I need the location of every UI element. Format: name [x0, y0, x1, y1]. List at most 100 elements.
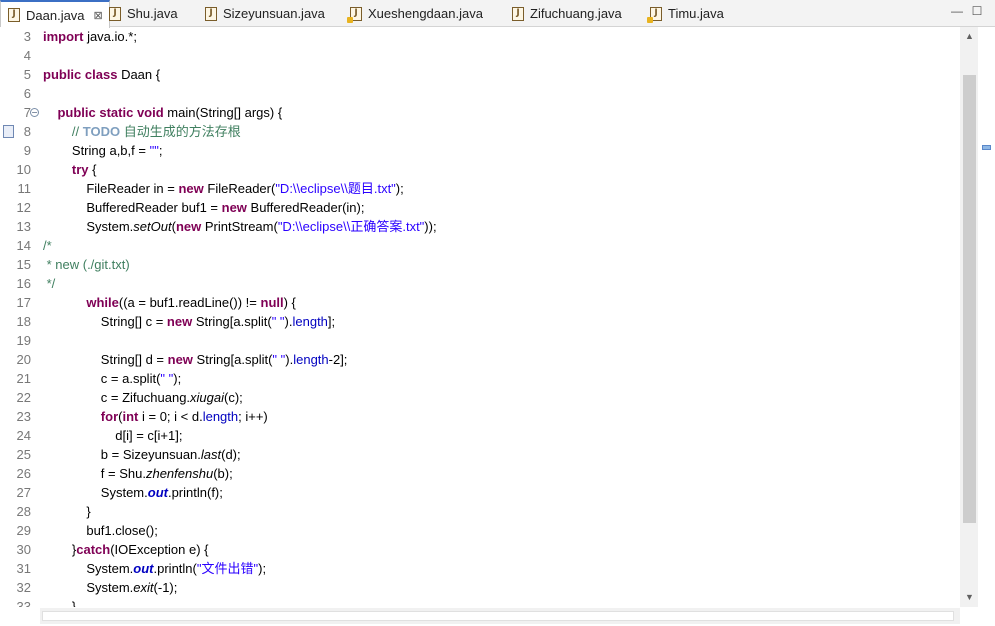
line-number: 23: [16, 409, 31, 424]
code-token: String[] c =: [43, 314, 167, 329]
tab-xueshengdaan[interactable]: J Xueshengdaan.java: [343, 0, 483, 27]
code-area[interactable]: 3 import java.io.*; 4 5 public class Daan {6…: [0, 27, 960, 607]
line-number: 25: [16, 447, 31, 462]
code-token: String[a.split(: [192, 314, 272, 329]
code-token: new: [175, 219, 202, 234]
tab-timu[interactable]: J Timu.java: [643, 0, 724, 27]
code-line[interactable]: }: [43, 502, 90, 521]
code-token: (-1);: [153, 580, 178, 595]
code-token: (d);: [221, 447, 241, 462]
editor-tab-bar: — ☐ J Daan.java ⊠ J Shu.java J Sizeyunsuan.jav…: [0, 0, 995, 28]
line-number: 15: [16, 257, 31, 272]
code-token: buf1.close();: [43, 523, 158, 538]
line-number: 20: [16, 352, 31, 367]
code-line[interactable]: System.out.println(f);: [43, 483, 223, 502]
code-line[interactable]: public static void main(String[] args) {: [43, 103, 282, 122]
overview-task-marker[interactable]: [982, 145, 991, 150]
line-number: 4: [23, 48, 31, 63]
line-number: 32: [16, 580, 31, 595]
code-line[interactable]: System.setOut(new PrintStream("D:\\eclip…: [43, 217, 437, 236]
code-token: .println(: [153, 561, 197, 576]
code-token: void: [136, 105, 164, 120]
code-line[interactable]: while((a = buf1.readLine()) != null) {: [43, 293, 296, 312]
code-line[interactable]: String[] c = new String[a.split(" ").len…: [43, 312, 335, 331]
code-token: );: [173, 371, 182, 386]
code-token: (IOException e) {: [110, 542, 209, 557]
code-token: exit: [133, 580, 154, 595]
line-number: 16: [16, 276, 31, 291]
line-number: 13: [16, 219, 31, 234]
java-file-icon: J: [109, 6, 121, 21]
tab-label: Zifuchuang.java: [530, 6, 622, 21]
code-line[interactable]: System.out.println("文件出错");: [43, 559, 266, 578]
code-line[interactable]: BufferedReader buf1 = new BufferedReader…: [43, 198, 364, 217]
code-line[interactable]: import java.io.*;: [43, 27, 137, 46]
scroll-up-arrow-icon[interactable]: ▲: [963, 30, 976, 42]
code-token: class: [84, 67, 118, 82]
java-editor[interactable]: 3 import java.io.*; 4 5 public class Daan {6…: [0, 27, 995, 626]
code-token: new: [167, 352, 193, 367]
code-line[interactable]: public class Daan {: [43, 65, 160, 84]
tab-label: Xueshengdaan.java: [368, 6, 483, 21]
code-line[interactable]: d[i] = c[i+1];: [43, 426, 182, 445]
code-line[interactable]: /*: [43, 236, 52, 255]
code-token: ((a = buf1.readLine()) !=: [118, 295, 261, 310]
code-token: );: [395, 181, 404, 196]
tab-daan[interactable]: J Daan.java ⊠: [0, 0, 110, 28]
java-file-icon: J: [512, 6, 524, 21]
code-token: d[i] = c[i+1];: [43, 428, 183, 443]
minimize-view-button[interactable]: —: [950, 4, 964, 18]
code-line[interactable]: String[] d = new String[a.split(" ").len…: [43, 350, 348, 369]
code-line[interactable]: c = a.split(" ");: [43, 369, 181, 388]
code-token: "D:\\eclipse\\正确答案.txt": [277, 219, 425, 234]
code-token: BufferedReader buf1 =: [43, 200, 222, 215]
code-line[interactable]: buf1.close();: [43, 521, 158, 540]
maximize-view-button[interactable]: ☐: [970, 4, 984, 18]
code-token: ));: [424, 219, 437, 234]
code-line[interactable]: FileReader in = new FileReader("D:\\ecli…: [43, 179, 404, 198]
code-token: ; i++): [238, 409, 268, 424]
code-line[interactable]: f = Shu.zhenfenshu(b);: [43, 464, 233, 483]
code-line[interactable]: }catch(IOException e) {: [43, 540, 209, 559]
code-line[interactable]: c = Zifuchuang.xiugai(c);: [43, 388, 243, 407]
code-token: length: [293, 352, 329, 367]
code-token: while: [86, 295, 119, 310]
tab-shu[interactable]: J Shu.java: [102, 0, 178, 27]
code-token: 自动生成的方法存根: [120, 124, 241, 139]
code-line[interactable]: System.exit(-1);: [43, 578, 177, 597]
code-line[interactable]: */: [43, 274, 56, 293]
tab-sizeyunsuan[interactable]: J Sizeyunsuan.java: [198, 0, 325, 27]
code-line[interactable]: b = Sizeyunsuan.last(d);: [43, 445, 241, 464]
code-line[interactable]: }: [43, 597, 76, 607]
code-line[interactable]: try {: [43, 160, 97, 179]
vertical-scroll-thumb[interactable]: [963, 75, 976, 523]
code-token: try: [71, 162, 89, 177]
line-number: 11: [17, 181, 32, 196]
code-token: out: [133, 561, 154, 576]
code-token: String[] d =: [43, 352, 168, 367]
overview-ruler[interactable]: [978, 27, 995, 607]
code-token: import: [43, 29, 84, 44]
line-number: 14: [16, 238, 31, 253]
code-token: new: [166, 314, 193, 329]
code-line[interactable]: // TODO 自动生成的方法存根: [43, 122, 241, 141]
horizontal-scroll-thumb[interactable]: [42, 611, 954, 621]
code-token: (b);: [213, 466, 233, 481]
code-token: String[a.split(: [192, 352, 273, 367]
code-line[interactable]: * new (./git.txt): [43, 255, 130, 274]
fold-collapse-icon[interactable]: −: [30, 108, 39, 117]
code-token: for: [100, 409, 119, 424]
code-token: .println(f);: [167, 485, 223, 500]
code-line[interactable]: String a,b,f = "";: [43, 141, 163, 160]
vertical-scrollbar[interactable]: ▲ ▼: [960, 27, 978, 607]
task-marker-icon[interactable]: [3, 125, 14, 138]
tab-label: Daan.java: [26, 7, 85, 23]
tab-zifuchuang[interactable]: J Zifuchuang.java: [505, 0, 622, 27]
code-line[interactable]: for(int i = 0; i < d.length; i++): [43, 407, 268, 426]
horizontal-scrollbar[interactable]: [40, 608, 960, 624]
scroll-down-arrow-icon[interactable]: ▼: [963, 591, 976, 603]
line-number: 5: [23, 67, 31, 82]
